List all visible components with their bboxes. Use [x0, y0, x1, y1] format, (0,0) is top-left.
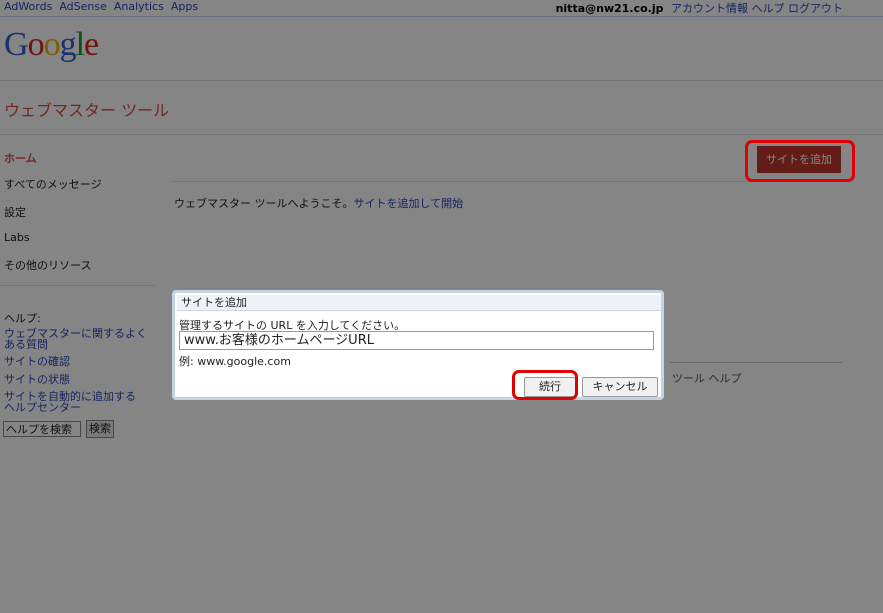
highlight-add-site — [745, 140, 855, 182]
dialog-example: 例: www.google.com — [179, 355, 291, 368]
cancel-button[interactable]: キャンセル — [582, 377, 658, 397]
dialog-title: サイトを追加 — [177, 295, 661, 311]
site-url-input[interactable]: www.お客様のホームページURL — [179, 331, 654, 350]
highlight-continue — [512, 370, 578, 400]
add-site-dialog: サイトを追加 管理するサイトの URL を入力してください。 www.お客様のホ… — [172, 290, 664, 400]
